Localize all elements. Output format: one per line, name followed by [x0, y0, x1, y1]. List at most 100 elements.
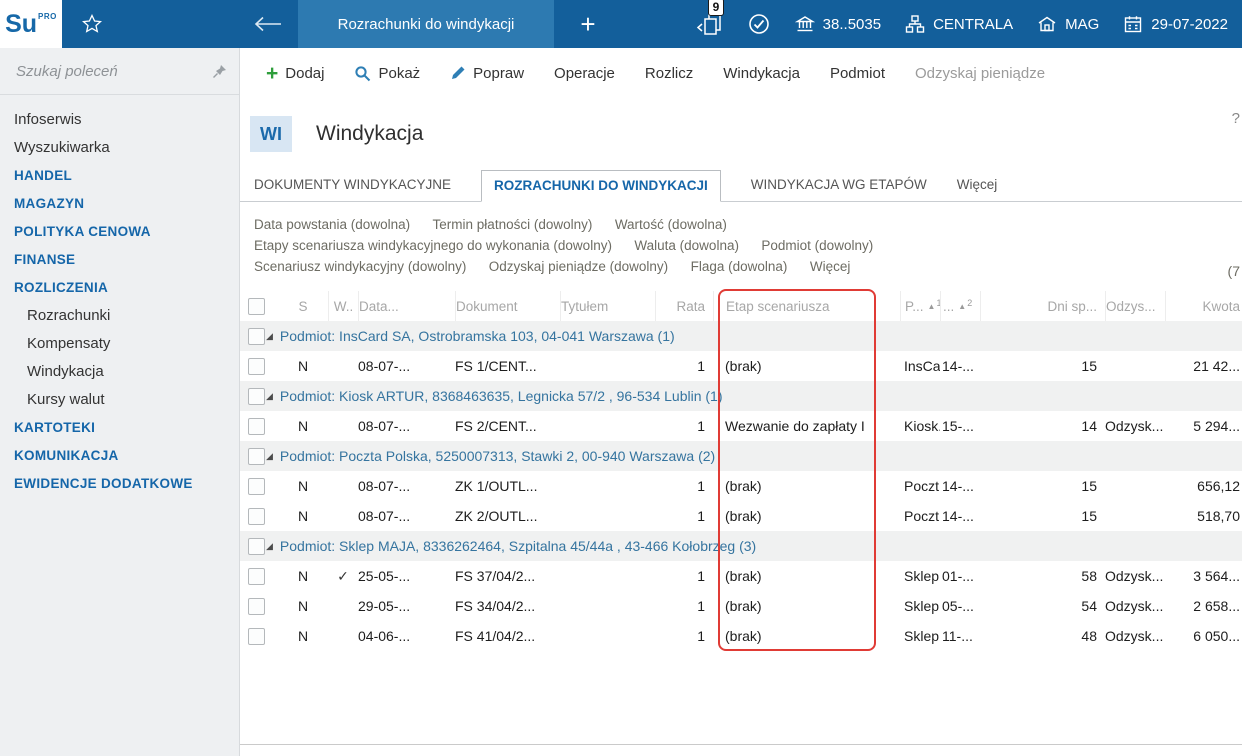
column-header-s[interactable]: S — [278, 291, 328, 321]
help-icon[interactable]: ? — [1232, 110, 1240, 127]
current-date: 29-07-2022 — [1151, 15, 1228, 33]
filter-podmiot[interactable]: Podmiot (dowolny) — [761, 235, 873, 256]
tab-windykacja-wg-etapow[interactable]: WINDYKACJA WG ETAPÓW — [751, 170, 927, 201]
column-header-p[interactable]: P... ▲ 1 — [900, 291, 940, 321]
table-row[interactable]: N 08-07-... FS 2/CENT... 1 Wezwanie do z… — [240, 411, 1242, 441]
table-row[interactable]: N 08-07-... ZK 2/OUTL... 1 (brak) Poczt.… — [240, 501, 1242, 531]
sidebar-category-ewidencje-dodatkowe[interactable]: EWIDENCJE DODATKOWE — [0, 469, 239, 497]
cell-etap-scenariusza: (brak) — [725, 478, 762, 494]
column-header-label: ... — [943, 298, 955, 314]
filter-waluta[interactable]: Waluta (dowolna) — [634, 235, 739, 256]
filter-wartosc[interactable]: Wartość (dowolna) — [615, 214, 727, 235]
calendar-icon — [1125, 16, 1142, 33]
topbar-item-branch[interactable]: CENTRALA — [905, 14, 1013, 34]
filter-odzyskaj-pieniadze[interactable]: Odzyskaj pieniądze (dowolny) — [489, 256, 668, 277]
collapse-triangle-icon[interactable]: ◢ — [266, 331, 273, 342]
sidebar-item-wyszukiwarka[interactable]: Wyszukiwarka — [0, 133, 239, 161]
sidebar-category-komunikacja[interactable]: KOMUNIKACJA — [0, 441, 239, 469]
row-checkbox[interactable] — [248, 387, 265, 405]
sidebar-item-rozrachunki[interactable]: Rozrachunki — [0, 301, 239, 329]
toolbar-button-popraw[interactable]: Popraw — [450, 65, 524, 82]
favorites-star-icon[interactable] — [76, 0, 108, 48]
app-logo[interactable]: Su PRO — [0, 0, 62, 48]
cell-podmiot: Sklep... — [904, 628, 940, 644]
sync-status-button[interactable] — [747, 12, 771, 36]
topbar-item-date[interactable]: 29-07-2022 — [1123, 14, 1228, 34]
group-row[interactable]: ◢ Podmiot: Kiosk ARTUR, 8368463635, Legn… — [240, 381, 1242, 411]
column-header-etap-scenariusza[interactable]: Etap scenariusza — [713, 291, 900, 321]
cell-w-flag — [328, 621, 358, 651]
filter-etapy-scenariusza[interactable]: Etapy scenariusza windykacyjnego do wyko… — [254, 235, 612, 256]
table-row[interactable]: N 08-07-... FS 1/CENT... 1 (brak) InsCa.… — [240, 351, 1242, 381]
group-row[interactable]: ◢ Podmiot: InsCard SA, Ostrobramska 103,… — [240, 321, 1242, 351]
toolbar-button-odzyskaj-pieniadze[interactable]: Odzyskaj pieniądze — [915, 65, 1045, 82]
cell-col2: 14-... — [942, 478, 974, 494]
sidebar-item-kompensaty[interactable]: Kompensaty — [0, 329, 239, 357]
toolbar-button-podmiot[interactable]: Podmiot — [830, 65, 885, 82]
sidebar-item-infoserwis[interactable]: Infoserwis — [0, 105, 239, 133]
column-header-col2[interactable]: ... ▲ 2 — [940, 291, 980, 321]
filter-termin-platnosci[interactable]: Termin płatności (dowolny) — [433, 214, 593, 235]
filter-scenariusz-windykacyjny[interactable]: Scenariusz windykacyjny (dowolny) — [254, 256, 466, 277]
sidebar-category-finanse[interactable]: FINANSE — [0, 245, 239, 273]
sidebar-item-kursy-walut[interactable]: Kursy walut — [0, 385, 239, 413]
toolbar-button-operacje[interactable]: Operacje — [554, 65, 615, 82]
row-checkbox[interactable] — [248, 567, 265, 585]
column-header-dni[interactable]: Dni sp... — [980, 291, 1105, 321]
sidebar-category-polityka-cenowa[interactable]: POLITYKA CENOWA — [0, 217, 239, 245]
row-checkbox[interactable] — [248, 417, 265, 435]
sidebar-category-magazyn[interactable]: MAGAZYN — [0, 189, 239, 217]
collapse-triangle-icon[interactable]: ◢ — [266, 391, 273, 402]
new-tab-button[interactable]: + — [566, 0, 610, 48]
back-button[interactable] — [246, 0, 290, 48]
column-header-kwota[interactable]: Kwota — [1165, 291, 1242, 321]
select-all-checkbox[interactable] — [248, 297, 265, 315]
column-header-data[interactable]: Data... — [358, 291, 455, 321]
group-row[interactable]: ◢ Podmiot: Poczta Polska, 5250007313, St… — [240, 441, 1242, 471]
topbar-number-text: 38..5035 — [822, 15, 882, 33]
row-checkbox[interactable] — [248, 597, 265, 615]
filter-wiecej[interactable]: Więcej — [810, 256, 851, 277]
toolbar-button-dodaj[interactable]: + Dodaj — [266, 63, 324, 84]
column-header-dokument[interactable]: Dokument — [455, 291, 560, 321]
filter-bar: Data powstania (dowolna) Termin płatnośc… — [240, 202, 1242, 289]
window-tab[interactable]: Rozrachunki do windykacji — [298, 0, 554, 48]
tab-dokumenty-windykacyjne[interactable]: DOKUMENTY WINDYKACYJNE — [254, 170, 451, 201]
column-header-w[interactable]: W.. — [328, 291, 358, 321]
sidebar-category-rozliczenia[interactable]: ROZLICZENIA — [0, 273, 239, 301]
cell-select — [240, 501, 278, 531]
column-header-odzyskaj[interactable]: Odzys... — [1105, 291, 1165, 321]
command-search-input[interactable] — [14, 61, 204, 81]
column-header-rata[interactable]: Rata — [655, 291, 713, 321]
row-checkbox[interactable] — [248, 507, 265, 525]
sidebar-category-kartoteki[interactable]: KARTOTEKI — [0, 413, 239, 441]
row-checkbox[interactable] — [248, 537, 265, 555]
row-checkbox[interactable] — [248, 327, 265, 345]
table-row[interactable]: N 08-07-... ZK 1/OUTL... 1 (brak) Poczt.… — [240, 471, 1242, 501]
collapse-triangle-icon[interactable]: ◢ — [266, 451, 273, 462]
pin-icon[interactable] — [212, 64, 227, 79]
topbar-item-number[interactable]: 38..5035 — [794, 14, 882, 34]
column-header-tytulem[interactable]: Tytułem — [560, 291, 655, 321]
row-checkbox[interactable] — [248, 627, 265, 645]
open-windows-button[interactable]: 9 — [696, 0, 725, 38]
filter-flaga[interactable]: Flaga (dowolna) — [691, 256, 788, 277]
toolbar-button-rozlicz[interactable]: Rozlicz — [645, 65, 693, 82]
row-checkbox[interactable] — [248, 447, 265, 465]
row-checkbox[interactable] — [248, 357, 265, 375]
table-row[interactable]: N ✓ 25-05-... FS 37/04/2... 1 (brak) Skl… — [240, 561, 1242, 591]
row-checkbox[interactable] — [248, 477, 265, 495]
toolbar-button-pokaz[interactable]: Pokaż — [354, 65, 420, 82]
collapse-triangle-icon[interactable]: ◢ — [266, 541, 273, 552]
tab-wiecej[interactable]: Więcej — [957, 170, 998, 201]
table-row[interactable]: N 29-05-... FS 34/04/2... 1 (brak) Sklep… — [240, 591, 1242, 621]
group-row[interactable]: ◢ Podmiot: Sklep MAJA, 8336262464, Szpit… — [240, 531, 1242, 561]
topbar-item-warehouse[interactable]: MAG — [1037, 14, 1099, 34]
receivables-table: S W.. Data... Dokument Tytułem Rata Etap… — [240, 289, 1242, 651]
toolbar-button-windykacja[interactable]: Windykacja — [723, 65, 800, 82]
sidebar-item-windykacja[interactable]: Windykacja — [0, 357, 239, 385]
table-row[interactable]: N 04-06-... FS 41/04/2... 1 (brak) Sklep… — [240, 621, 1242, 651]
tab-rozrachunki-do-windykacji[interactable]: ROZRACHUNKI DO WINDYKACJI — [481, 170, 721, 202]
sidebar-category-handel[interactable]: HANDEL — [0, 161, 239, 189]
filter-data-powstania[interactable]: Data powstania (dowolna) — [254, 214, 410, 235]
